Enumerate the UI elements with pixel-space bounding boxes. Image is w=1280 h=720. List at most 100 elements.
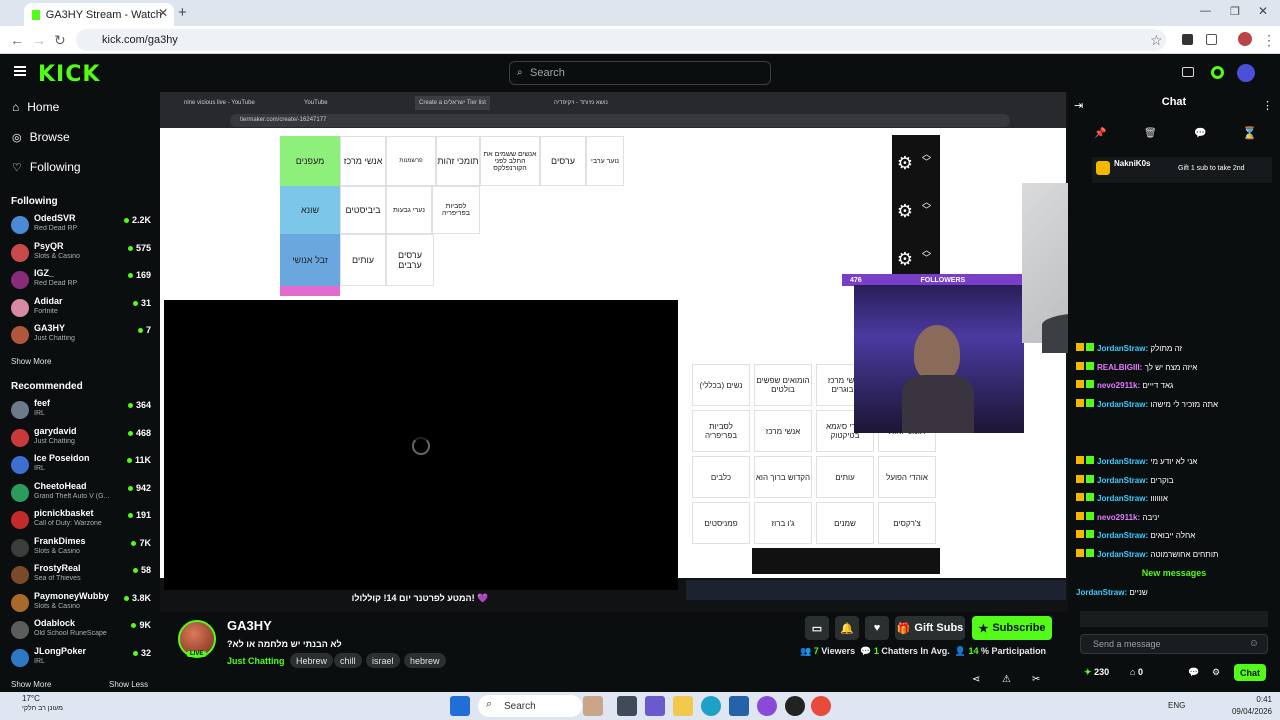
forward-icon[interactable]: → [32, 32, 46, 48]
sidebar-channel[interactable]: picnickbasket Call of Duty: Warzone 191 [11, 508, 151, 534]
hamburger-menu-icon[interactable] [14, 66, 26, 76]
back-icon[interactable]: ← [10, 32, 24, 48]
channel-points[interactable]: ✦ 230 [1084, 667, 1109, 678]
gift-subs-button[interactable]: 🎁 Gift Subs [895, 616, 965, 640]
discord-icon[interactable] [757, 696, 777, 716]
maximize-icon[interactable]: ❐ [1230, 5, 1240, 18]
notification-bell-button[interactable]: 🔔 [835, 616, 859, 640]
sidebar-channel[interactable]: JLongPoker IRL 32 [11, 646, 151, 672]
chat-menu-icon[interactable]: ⋮ [1262, 99, 1273, 112]
chatters-count: 1 [873, 646, 879, 656]
stream-tag[interactable]: Hebrew [290, 653, 334, 668]
system-clock[interactable]: 0:41 09/04/2026 [1222, 694, 1272, 718]
sidebar-channel[interactable]: feef IRL 364 [11, 398, 151, 424]
sidebar-channel[interactable]: CheetoHead Grand Theft Auto V (G... 942 [11, 481, 151, 507]
theater-mode-button[interactable]: ▭ [805, 616, 829, 640]
browser-menu-icon[interactable]: ⋮ [1262, 32, 1276, 49]
sidebar-channel[interactable]: OdedSVR Red Dead RP 2.2K [11, 213, 151, 239]
edge-icon[interactable] [701, 696, 721, 716]
file-explorer-icon[interactable] [673, 696, 693, 716]
sidebar-channel[interactable]: GA3HY Just Chatting 7 [11, 323, 151, 349]
show-more-following-button[interactable]: Show More [11, 357, 51, 366]
sidebar-channel[interactable]: IGZ_ Red Dead RP 169 [11, 268, 151, 294]
trash-icon[interactable]: 🗑 [1144, 128, 1157, 139]
chat-username[interactable]: JordanStraw: [1097, 476, 1148, 485]
close-window-icon[interactable]: ✕ [1258, 4, 1268, 18]
widgets-icon[interactable] [583, 696, 603, 716]
chat-username[interactable]: JordanStraw: [1097, 400, 1148, 409]
taskbar-search[interactable]: ⌕ Search [478, 695, 582, 717]
sidebar-channel[interactable]: PaymoneyWubby Slots & Casino 3.8K [11, 591, 151, 617]
extensions-puzzle-icon[interactable] [1206, 34, 1217, 45]
obs-icon[interactable] [785, 696, 805, 716]
new-messages-indicator[interactable]: New messages [1076, 568, 1272, 581]
chat-username[interactable]: JordanStraw: [1097, 550, 1148, 559]
chrome-icon[interactable] [811, 696, 831, 716]
sidebar-channel[interactable]: Ice Poseidon IRL 11K [11, 453, 151, 479]
pinned-gift-banner[interactable]: NakniK0s Gift 1 sub to take 2nd [1092, 157, 1272, 183]
predictions[interactable]: ⌂ 0 [1130, 667, 1143, 677]
sidebar-channel[interactable]: Adidar Fortnite 31 [11, 296, 151, 322]
follow-heart-button[interactable]: ♥ [865, 616, 889, 640]
hourglass-icon[interactable]: ⌛ [1242, 126, 1257, 140]
chat-username[interactable]: REALBIGIII: [1097, 363, 1142, 372]
chat-bubble-icon[interactable]: 💬 [1194, 128, 1206, 139]
language-indicator[interactable]: ENG [1168, 701, 1185, 710]
weather-temp: 17°C [22, 694, 40, 703]
minimize-icon[interactable]: — [1200, 5, 1211, 17]
new-tab-icon[interactable]: + [178, 4, 187, 21]
streamer-name[interactable]: GA3HY [227, 618, 272, 633]
pin-icon[interactable]: 📌 [1094, 128, 1106, 139]
store-icon[interactable] [729, 696, 749, 716]
windows-start-icon[interactable] [450, 696, 470, 716]
sidebar-channel[interactable]: FrankDimes Slots & Casino 7K [11, 536, 151, 562]
search-input[interactable]: ⌕ Search [509, 61, 771, 85]
kick-status-icon[interactable] [1211, 66, 1224, 79]
chat-username[interactable]: JordanStraw: [1097, 457, 1148, 466]
reload-icon[interactable]: ↻ [54, 32, 66, 49]
share-icon[interactable]: ⋖ [972, 674, 980, 685]
sidebar-nav-home[interactable]: ⌂ Home [12, 100, 59, 114]
teams-icon[interactable] [645, 696, 665, 716]
report-icon[interactable]: ⚠ [1002, 674, 1011, 685]
chat-username[interactable]: JordanStraw: [1097, 344, 1148, 353]
stream-tag[interactable]: chill [334, 653, 362, 668]
chat-username[interactable]: JordanStraw: [1097, 494, 1148, 503]
stream-category[interactable]: Just Chatting [227, 656, 285, 666]
subscribe-button[interactable]: ★ Subscribe [972, 616, 1052, 640]
inbox-icon[interactable] [1182, 67, 1194, 77]
sidebar-nav-following[interactable]: ♡ Following [12, 160, 81, 174]
chat-username[interactable]: nevo2911k: [1097, 381, 1140, 390]
emoji-icon[interactable]: ☺ [1249, 638, 1259, 649]
browser-tab-active[interactable]: GA3HY Stream - Watch Live on [24, 3, 174, 26]
channel-name: PaymoneyWubby [34, 590, 109, 601]
weather-widget[interactable]: 17°C מעונן רב חלקי [22, 694, 63, 712]
chat-rules-icon[interactable]: 💬 [1188, 667, 1199, 678]
task-view-icon[interactable] [617, 696, 637, 716]
chat-username[interactable]: JordanStraw: [1076, 588, 1127, 597]
channel-viewers: 3.8K [124, 593, 151, 603]
sidebar-channel[interactable]: PsyQR Slots & Casino 575 [11, 241, 151, 267]
user-avatar[interactable] [1237, 64, 1255, 82]
show-less-button[interactable]: Show Less [109, 680, 148, 689]
extension-icon[interactable] [1182, 34, 1193, 45]
search-icon: ⌕ [517, 67, 523, 78]
bookmark-star-icon[interactable]: ☆ [1150, 32, 1163, 49]
sidebar-channel[interactable]: FrostyReal Sea of Thieves 58 [11, 563, 151, 589]
sidebar-channel[interactable]: Odablock Old School RuneScape 9K [11, 618, 151, 644]
close-tab-icon[interactable]: ✕ [158, 6, 168, 20]
chat-username[interactable]: JordanStraw: [1097, 531, 1148, 540]
send-chat-button[interactable]: Chat [1234, 664, 1266, 681]
kick-logo[interactable]: KICK [38, 62, 100, 87]
stream-tag[interactable]: hebrew [404, 653, 446, 668]
stream-tag[interactable]: israel [366, 653, 400, 668]
show-more-recommended-button[interactable]: Show More [11, 680, 51, 689]
chat-username[interactable]: nevo2911k: [1097, 513, 1140, 522]
chat-input[interactable]: Send a message ☺ [1080, 634, 1268, 654]
url-field[interactable]: kick.com/ga3hy [76, 29, 1166, 51]
clip-icon[interactable]: ✂ [1032, 674, 1040, 685]
chat-settings-icon[interactable]: ⚙ [1212, 667, 1220, 678]
sidebar-channel[interactable]: garydavid Just Chatting 468 [11, 426, 151, 452]
sidebar-nav-browse[interactable]: ◎ Browse [12, 130, 70, 144]
profile-avatar[interactable] [1238, 32, 1252, 46]
